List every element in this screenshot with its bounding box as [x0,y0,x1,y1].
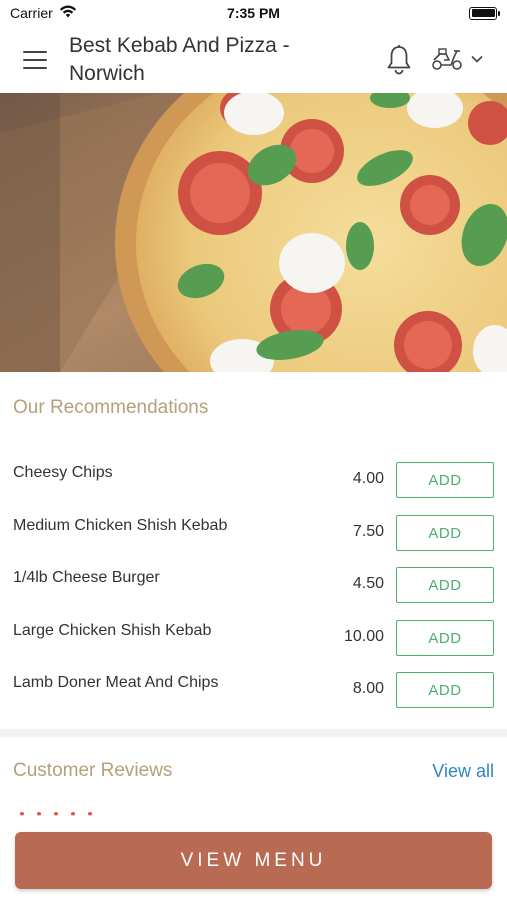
app-header: Best Kebab And Pizza - Norwich [0,26,507,93]
delivery-scooter-icon[interactable] [430,46,464,72]
item-name: Medium Chicken Shish Kebab [13,517,228,534]
hero-image [0,93,507,372]
add-button[interactable]: ADD [396,462,494,498]
item-price: 8.00 [352,680,384,697]
recommendations-title: Our Recommendations [13,397,209,418]
list-item: Large Chicken Shish Kebab 10.00 ADD [0,620,507,656]
reviews-title: Customer Reviews [13,760,173,781]
add-button[interactable]: ADD [396,620,494,656]
hamburger-menu-icon[interactable] [23,50,47,69]
chevron-down-icon[interactable] [470,52,484,66]
page-title: Best Kebab And Pizza - Norwich [69,33,290,85]
status-time: 7:35 PM [227,5,280,21]
bell-icon[interactable] [384,44,414,76]
list-item: Cheesy Chips 4.00 ADD [0,462,507,498]
item-price: 4.50 [352,575,384,592]
list-item: Lamb Doner Meat And Chips 8.00 ADD [0,672,507,708]
add-button[interactable]: ADD [396,672,494,708]
item-price: 7.50 [352,523,384,540]
battery-fill [471,9,495,17]
battery-icon [469,6,500,20]
list-item: Medium Chicken Shish Kebab 7.50 ADD [0,515,507,551]
item-price: 10.00 [343,628,384,645]
view-menu-button[interactable]: VIEW MENU [15,832,492,889]
item-name: Large Chicken Shish Kebab [13,622,212,639]
status-bar: Carrier 7:35 PM [0,0,507,26]
list-item: 1/4lb Cheese Burger 4.50 ADD [0,567,507,603]
section-divider [0,729,507,737]
view-all-link[interactable]: View all [432,761,494,782]
item-price: 4.00 [352,470,384,487]
add-button[interactable]: ADD [396,515,494,551]
item-name: 1/4lb Cheese Burger [13,569,160,586]
add-button[interactable]: ADD [396,567,494,603]
item-name: Cheesy Chips [13,464,113,481]
item-name: Lamb Doner Meat And Chips [13,674,219,691]
